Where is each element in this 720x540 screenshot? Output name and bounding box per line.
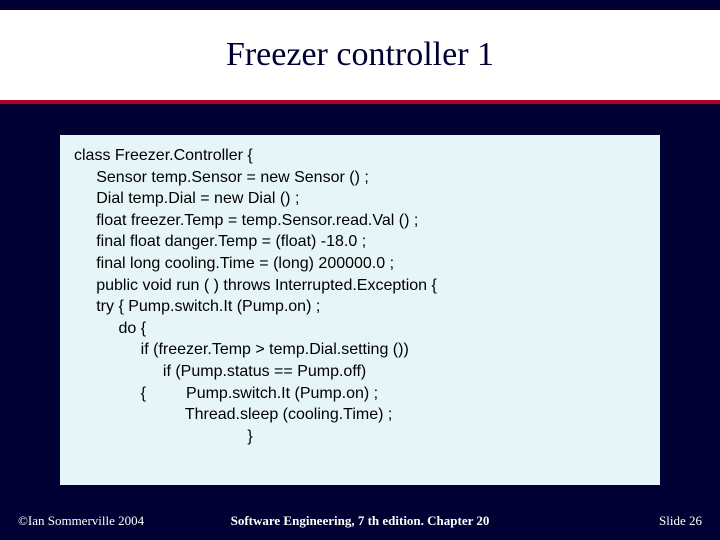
code-line: float freezer.Temp = temp.Sensor.read.Va… [74,210,646,232]
footer: ©Ian Sommerville 2004 Software Engineeri… [0,510,720,532]
slide-title: Freezer controller 1 [226,36,494,74]
code-line: public void run ( ) throws Interrupted.E… [74,275,646,297]
code-line: class Freezer.Controller { [74,145,646,167]
code-line: Dial temp.Dial = new Dial () ; [74,188,646,210]
code-line: Thread.sleep (cooling.Time) ; [74,404,646,426]
code-box: class Freezer.Controller { Sensor temp.S… [60,135,660,485]
code-line: } [74,426,646,448]
title-underline [0,100,720,104]
code-line: if (Pump.status == Pump.off) [74,361,646,383]
code-line: Sensor temp.Sensor = new Sensor () ; [74,167,646,189]
title-area: Freezer controller 1 [0,10,720,100]
footer-center: Software Engineering, 7 th edition. Chap… [0,513,720,529]
code-line: try { Pump.switch.It (Pump.on) ; [74,296,646,318]
code-line: { Pump.switch.It (Pump.on) ; [74,383,646,405]
code-line: if (freezer.Temp > temp.Dial.setting ()) [74,339,646,361]
code-line: final float danger.Temp = (float) -18.0 … [74,231,646,253]
footer-slide-num: Slide 26 [659,513,702,529]
code-line: do { [74,318,646,340]
slide: Freezer controller 1 class Freezer.Contr… [0,0,720,540]
code-line: final long cooling.Time = (long) 200000.… [74,253,646,275]
